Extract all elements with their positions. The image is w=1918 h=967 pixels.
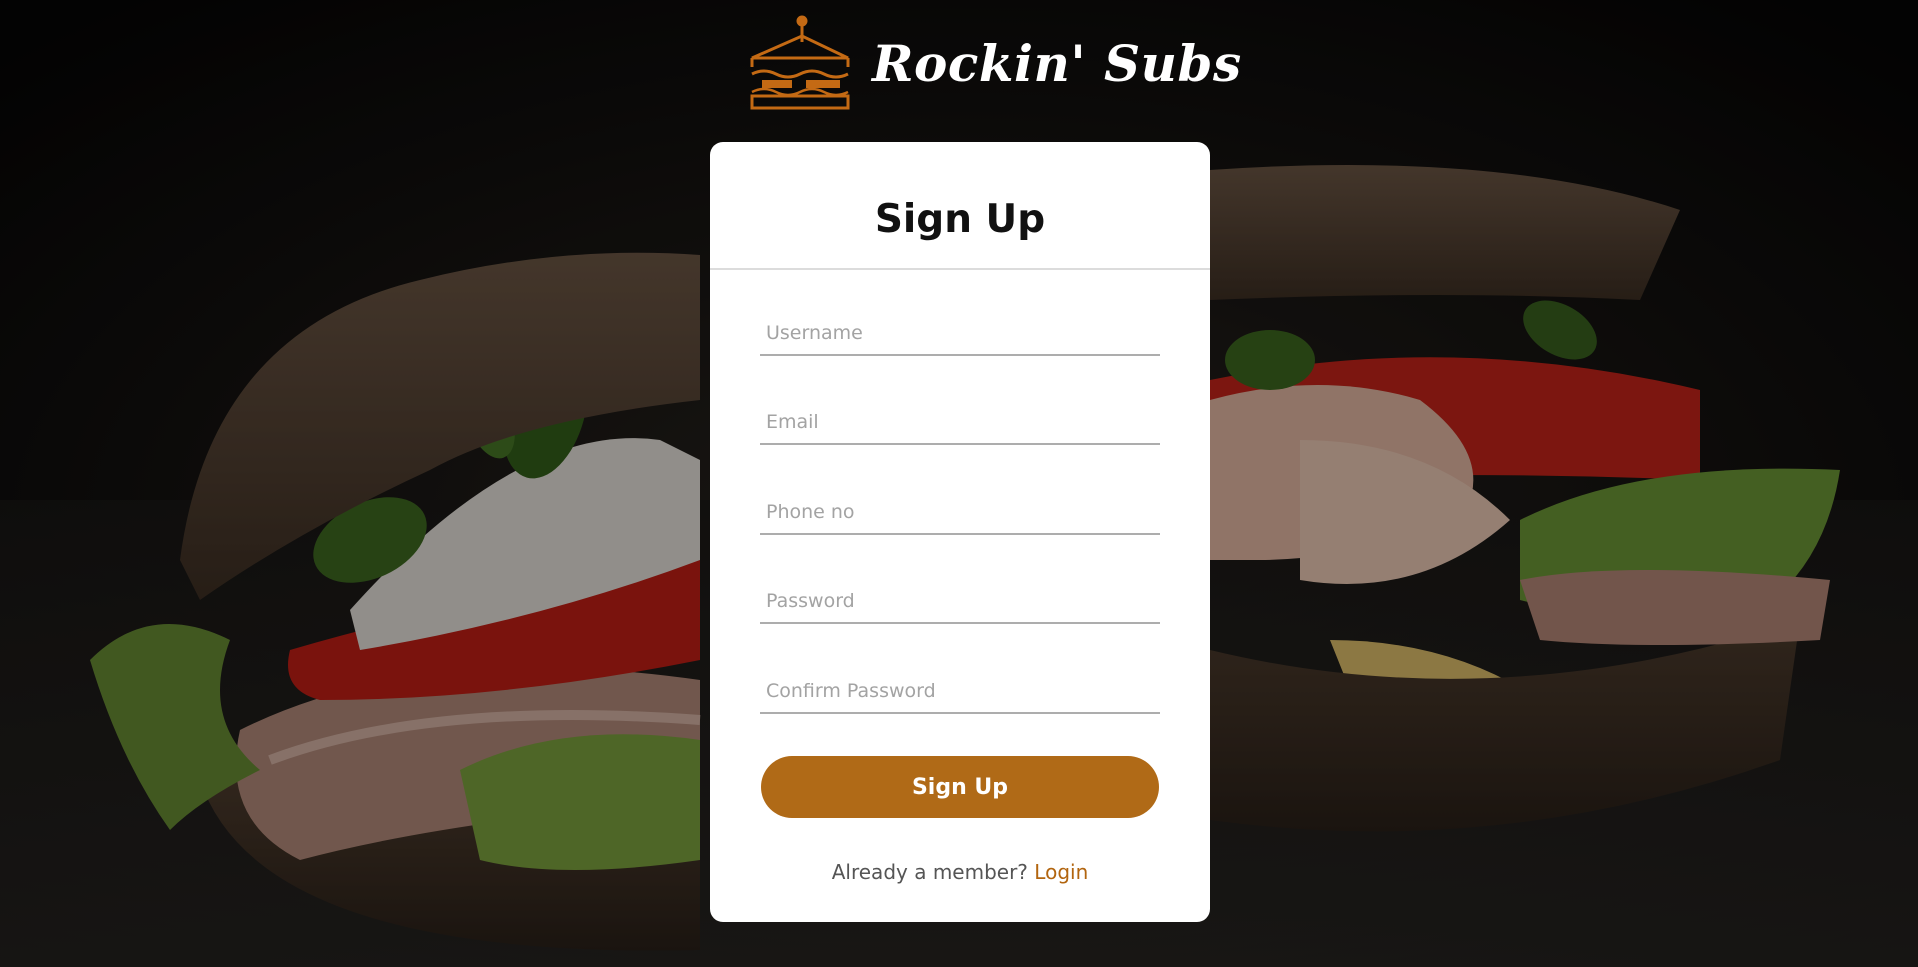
email-input[interactable] xyxy=(760,401,1160,445)
sandwich-icon xyxy=(750,15,850,110)
brand-name: Rockin' Subs xyxy=(872,33,1242,93)
password-input[interactable] xyxy=(760,580,1160,624)
phone-input[interactable] xyxy=(760,491,1160,535)
login-link[interactable]: Login xyxy=(1034,860,1088,884)
form-title: Sign Up xyxy=(710,142,1210,270)
username-input[interactable] xyxy=(760,312,1160,356)
signup-card: Sign Up Sign Up Already a member? Login xyxy=(710,142,1210,922)
login-prompt: Already a member? Login xyxy=(710,860,1210,884)
confirm-password-input[interactable] xyxy=(760,670,1160,714)
member-prompt-text: Already a member? xyxy=(831,860,1028,884)
brand-header: Rockin' Subs xyxy=(748,12,1242,112)
signup-button[interactable]: Sign Up xyxy=(761,756,1159,818)
page: Rockin' Subs Sign Up Sign Up Already a m… xyxy=(0,0,1918,967)
